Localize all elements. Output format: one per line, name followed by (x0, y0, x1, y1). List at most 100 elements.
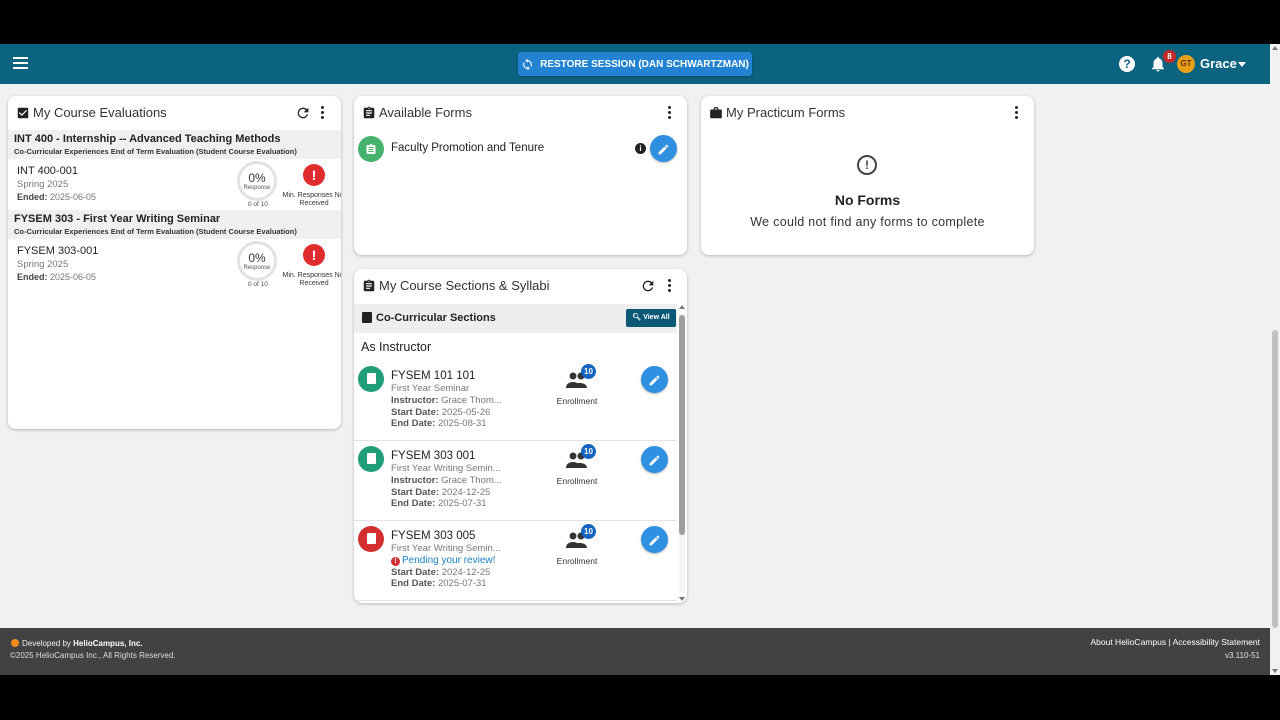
help-icon[interactable]: ? (1119, 56, 1135, 72)
course-sections-card: My Course Sections & Syllabi Co-Curricul… (354, 269, 687, 603)
enrollment-indicator[interactable]: Enrollment (552, 451, 602, 486)
edit-pencil-button[interactable] (641, 446, 668, 473)
ended-value: 2025-06-05 (50, 192, 97, 202)
response-rate-ring: 0% Response (237, 161, 277, 201)
clipboard-icon (363, 106, 375, 118)
edit-pencil-button[interactable] (641, 526, 668, 553)
restore-session-button[interactable]: RESTORE SESSION (DAN SCHWARTZMAN) (518, 52, 752, 76)
card-header: My Course Evaluations (16, 105, 167, 120)
section-code[interactable]: FYSEM 101 101 (391, 370, 475, 382)
end-label: End Date: (391, 418, 436, 429)
evaluation-header: FYSEM 303 - First Year Writing Seminar C… (8, 210, 341, 239)
checkbox-icon (17, 107, 29, 118)
footer-links: About HelioCampus | Accessibility Statem… (1090, 637, 1260, 647)
empty-state-title: No Forms (834, 192, 901, 208)
start-value: 2024-12-25 (441, 487, 491, 498)
sections-scrollbar[interactable] (679, 305, 685, 601)
evaluation-item: INT 400 - Internship -- Advanced Teachin… (8, 130, 341, 213)
accessibility-link[interactable]: Accessibility Statement (1173, 637, 1260, 647)
view-all-button[interactable]: 🔍︎ View All (626, 309, 676, 327)
min-responses-status: Min. Responses Not Received (282, 272, 341, 287)
developed-by: Developed by HelioCampus, Inc. (11, 639, 143, 648)
evaluation-course-title[interactable]: INT 400 - Internship -- Advanced Teachin… (14, 132, 335, 146)
section-code[interactable]: FYSEM 303 005 (391, 530, 475, 542)
end-label: End Date: (391, 578, 436, 589)
enrollment-indicator[interactable]: Enrollment (552, 371, 602, 406)
evaluation-type: Co-Curricular Experiences End of Term Ev… (14, 227, 297, 236)
enrollment-label: Enrollment (556, 396, 598, 406)
caret-down-icon[interactable] (1238, 62, 1246, 67)
footer: Developed by HelioCampus, Inc. ©2025 Hel… (0, 628, 1270, 675)
card-header: Available Forms (362, 105, 472, 120)
form-item[interactable]: Faculty Promotion and Tenure i (358, 135, 678, 166)
scroll-up-arrow[interactable] (1272, 46, 1278, 50)
evaluation-course-title[interactable]: FYSEM 303 - First Year Writing Seminar (14, 212, 335, 226)
card-title: My Course Evaluations (33, 105, 167, 120)
scroll-down-arrow[interactable] (1272, 669, 1278, 673)
section-row[interactable]: FYSEM 101 101 First Year Seminar Instruc… (354, 361, 677, 441)
section-row[interactable]: FYSEM 303 001 First Year Writing Semin..… (354, 441, 677, 521)
scroll-up-arrow[interactable] (679, 305, 685, 309)
scroll-down-arrow[interactable] (679, 597, 685, 601)
syllabus-status-icon (358, 526, 384, 552)
co-curricular-header: Co-Curricular Sections 🔍︎ View All (354, 304, 677, 333)
section-instructor: Instructor: Grace Thom... (391, 395, 502, 406)
end-date: End Date: 2025-07-31 (391, 498, 487, 509)
about-link[interactable]: About HelioCampus (1090, 637, 1166, 647)
section-name: First Year Writing Semin... (391, 463, 501, 474)
more-options-icon[interactable] (1015, 106, 1019, 120)
pending-review-status[interactable]: ! Pending your review! (391, 555, 495, 566)
enrollment-label: Enrollment (556, 556, 598, 566)
enrollment-indicator[interactable]: Enrollment (552, 531, 602, 566)
user-avatar[interactable]: GT (1177, 55, 1195, 73)
form-name[interactable]: Faculty Promotion and Tenure (391, 142, 544, 154)
end-value: 2025-07-31 (437, 498, 487, 509)
section-instructor: Instructor: Grace Thom... (391, 475, 502, 486)
sync-icon (523, 58, 532, 70)
menu-icon[interactable] (13, 57, 28, 69)
info-icon[interactable]: i (635, 143, 646, 154)
company-name[interactable]: HelioCampus, Inc. (73, 639, 142, 648)
response-percent: 0% (248, 251, 266, 265)
refresh-icon[interactable] (640, 278, 656, 294)
enrollment-count-badge: 10 (581, 524, 596, 539)
more-options-icon[interactable] (668, 279, 672, 293)
section-code[interactable]: FYSEM 303 001 (391, 450, 475, 462)
edit-pencil-button[interactable] (641, 366, 668, 393)
card-title: Available Forms (379, 105, 472, 120)
more-options-icon[interactable] (321, 106, 325, 120)
more-options-icon[interactable] (668, 106, 672, 120)
view-all-label: View All (643, 314, 670, 321)
term: Spring 2025 (17, 179, 69, 190)
copyright: ©2025 HelioCampus Inc., All Rights Reser… (10, 651, 176, 660)
top-navigation-bar: RESTORE SESSION (DAN SCHWARTZMAN) ? 8 GT… (0, 44, 1270, 84)
heliocampus-logo-icon (11, 639, 19, 647)
page-scrollbar[interactable] (1270, 44, 1280, 675)
pencil-icon (649, 375, 660, 386)
section-row[interactable]: FYSEM 303 005 First Year Writing Semin..… (354, 521, 677, 601)
scrollbar-thumb[interactable] (1272, 330, 1278, 628)
pending-review-text: Pending your review! (402, 555, 496, 566)
sections-scroll-area[interactable]: Co-Curricular Sections 🔍︎ View All As In… (354, 304, 687, 602)
notification-count-badge: 8 (1163, 50, 1176, 63)
empty-state-text: We could not find any forms to complete (750, 215, 985, 229)
evaluation-body: INT 400-001 Spring 2025 Ended: 2025-06-0… (8, 159, 341, 213)
refresh-icon[interactable] (295, 105, 311, 121)
term: Spring 2025 (17, 259, 69, 270)
section-code: INT 400-001 (17, 165, 78, 177)
practicum-forms-card: My Practicum Forms ! No Forms We could n… (701, 96, 1034, 255)
edit-pencil-button[interactable] (650, 135, 677, 162)
response-label: Response (243, 185, 271, 191)
card-header: My Practicum Forms (709, 105, 845, 120)
scrollbar-thumb[interactable] (679, 315, 685, 535)
section-group-label: Co-Curricular Sections (376, 312, 496, 324)
ended-label: Ended: (17, 272, 48, 282)
response-count: 0 of 10 (248, 281, 268, 288)
evaluation-item: FYSEM 303 - First Year Writing Seminar C… (8, 210, 341, 293)
start-date: Start Date: 2024-12-25 (391, 487, 490, 498)
section-code: FYSEM 303-001 (17, 245, 99, 257)
user-name[interactable]: Grace (1200, 56, 1237, 71)
start-label: Start Date: (391, 567, 440, 578)
pencil-icon (658, 144, 669, 155)
restore-session-label: RESTORE SESSION (DAN SCHWARTZMAN) (540, 58, 749, 70)
